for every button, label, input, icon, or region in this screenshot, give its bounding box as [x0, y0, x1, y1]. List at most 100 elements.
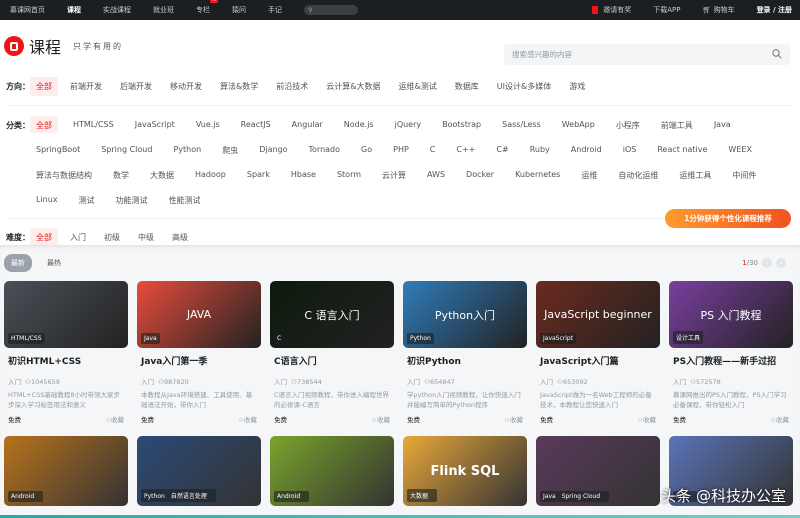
category-option[interactable]: 云计算	[376, 166, 412, 183]
category-option[interactable]: Spark	[241, 166, 276, 183]
category-option[interactable]: Sass/Less	[496, 116, 547, 133]
category-option[interactable]: 性能测试	[163, 191, 207, 208]
category-option[interactable]: Node.js	[338, 116, 380, 133]
category-option[interactable]: Django	[253, 141, 293, 158]
nav-item[interactable]: 实战课程	[103, 5, 131, 15]
favorite-button[interactable]: ☆收藏	[504, 414, 523, 424]
nav-item[interactable]: 专栏 N	[196, 0, 218, 15]
course-card[interactable]: Java Spring Cloud	[536, 436, 660, 506]
category-option[interactable]: React native	[651, 141, 713, 158]
cart-link[interactable]: 🛒︎ 购物车	[702, 5, 734, 15]
course-card[interactable]: JAVA Java Java入门第一季 入门 ⚇987820 本教程从Java环境…	[137, 281, 261, 441]
category-option[interactable]: 前端工具	[655, 116, 699, 133]
category-option[interactable]: WEEX	[722, 141, 758, 158]
category-option[interactable]: SpringBoot	[30, 141, 86, 158]
nav-item[interactable]: 猿问	[232, 5, 246, 15]
course-title[interactable]: Java入门第一季	[141, 354, 261, 376]
category-option[interactable]: Angular	[286, 116, 329, 133]
category-option[interactable]: C	[424, 141, 442, 158]
category-option[interactable]: Tornado	[303, 141, 347, 158]
direction-option[interactable]: 移动开发	[164, 77, 208, 96]
favorite-button[interactable]: ☆收藏	[105, 414, 124, 424]
nav-item[interactable]: 就业班	[153, 5, 174, 15]
category-option[interactable]: iOS	[617, 141, 643, 158]
category-option[interactable]: 自动化运维	[612, 166, 664, 183]
category-option[interactable]: JavaScript	[129, 116, 181, 133]
nav-item[interactable]: 慕课网首页	[10, 5, 45, 15]
category-option[interactable]: Spring Cloud	[95, 141, 158, 158]
favorite-button[interactable]: ☆收藏	[637, 414, 656, 424]
course-card[interactable]: HTML/CSS 初识HTML+CSS 入门 ⚇1045659 HTML+CSS…	[4, 281, 128, 441]
direction-option[interactable]: 全部	[30, 77, 58, 96]
course-card[interactable]: Android	[270, 436, 394, 506]
category-option[interactable]: PHP	[387, 141, 415, 158]
direction-option[interactable]: 后端开发	[114, 77, 158, 96]
category-option[interactable]: 运维工具	[673, 166, 717, 183]
category-option[interactable]: Java	[708, 116, 737, 133]
category-option[interactable]: C#	[490, 141, 514, 158]
direction-option[interactable]: 数据库	[449, 77, 485, 96]
course-title[interactable]: JavaScript入门篇	[540, 354, 660, 376]
personalized-recommend-button[interactable]: 1分钟获得个性化课程推荐	[665, 209, 791, 228]
top-search-input[interactable]: ⚲	[304, 5, 358, 15]
category-option[interactable]: 小程序	[610, 116, 646, 133]
category-option[interactable]: Kubernetes	[509, 166, 566, 183]
course-card[interactable]: Android	[4, 436, 128, 506]
nav-item[interactable]: 手记	[268, 5, 282, 15]
direction-option[interactable]: 云计算&大数据	[320, 77, 386, 96]
course-card[interactable]: PS 入门教程 设计工具 PS入门教程——新手过招 入门 ⚇572578 慕课网推…	[669, 281, 793, 441]
course-card[interactable]: Flink SQL 大数据	[403, 436, 527, 506]
category-option[interactable]: Ruby	[524, 141, 556, 158]
category-option[interactable]: 功能测试	[110, 191, 154, 208]
category-option[interactable]: Android	[565, 141, 608, 158]
category-option[interactable]: 全部	[30, 116, 58, 133]
course-card[interactable]: C 语言入门 C C语言入门 入门 ⚇738544 C语言入门视频教程，带你进入编…	[270, 281, 394, 441]
category-option[interactable]: 大数据	[144, 166, 180, 183]
category-option[interactable]: 算法与数据结构	[30, 166, 98, 183]
favorite-button[interactable]: ☆收藏	[770, 414, 789, 424]
category-option[interactable]: 运维	[575, 166, 603, 183]
category-option[interactable]: Bootstrap	[436, 116, 487, 133]
favorite-button[interactable]: ☆收藏	[238, 414, 257, 424]
invite-link[interactable]: 邀请有奖	[592, 5, 631, 15]
prev-page-button[interactable]: ‹	[762, 258, 772, 268]
direction-option[interactable]: 前沿技术	[270, 77, 314, 96]
category-option[interactable]: Hbase	[285, 166, 322, 183]
category-option[interactable]: AWS	[421, 166, 451, 183]
nav-item[interactable]: 课程	[67, 5, 81, 15]
course-title[interactable]: C语言入门	[274, 354, 394, 376]
category-option[interactable]: Storm	[331, 166, 367, 183]
category-option[interactable]: Hadoop	[189, 166, 232, 183]
category-option[interactable]: HTML/CSS	[67, 116, 120, 133]
category-option[interactable]: WebApp	[556, 116, 601, 133]
favorite-button[interactable]: ☆收藏	[371, 414, 390, 424]
direction-option[interactable]: 算法&数学	[214, 77, 264, 96]
direction-option[interactable]: 前端开发	[64, 77, 108, 96]
course-card[interactable]: Python 自然语言处理	[137, 436, 261, 506]
category-option[interactable]: 数学	[107, 166, 135, 183]
direction-option[interactable]: 游戏	[563, 77, 591, 96]
next-page-button[interactable]: ›	[776, 258, 786, 268]
category-option[interactable]: 中间件	[726, 166, 762, 183]
direction-option[interactable]: UI设计&多媒体	[491, 77, 557, 96]
direction-option[interactable]: 运维&测试	[393, 77, 443, 96]
category-option[interactable]: Vue.js	[190, 116, 226, 133]
course-search-input[interactable]: 搜索感兴趣的内容	[504, 44, 790, 65]
sort-hottest[interactable]: 最热	[40, 254, 68, 272]
category-option[interactable]: ReactJS	[235, 116, 277, 133]
download-app-link[interactable]: 下载APP	[653, 5, 680, 15]
login-register-link[interactable]: 登录 / 注册	[757, 5, 792, 15]
course-card[interactable]: JavaScript beginner JavaScript JavaScript…	[536, 281, 660, 441]
search-icon[interactable]	[772, 49, 782, 59]
course-title[interactable]: PS入门教程——新手过招	[673, 354, 793, 376]
category-option[interactable]: jQuery	[389, 116, 428, 133]
category-option[interactable]: Go	[355, 141, 378, 158]
course-card[interactable]: Python入门 Python 初识Python 入门 ⚇654847 学pyth…	[403, 281, 527, 441]
category-option[interactable]: 爬虫	[216, 141, 244, 158]
category-option[interactable]: 测试	[73, 191, 101, 208]
category-option[interactable]: C++	[450, 141, 481, 158]
course-title[interactable]: 初识HTML+CSS	[8, 354, 128, 376]
category-option[interactable]: Python	[167, 141, 207, 158]
category-option[interactable]: Docker	[460, 166, 500, 183]
sort-newest[interactable]: 最新	[4, 254, 32, 272]
